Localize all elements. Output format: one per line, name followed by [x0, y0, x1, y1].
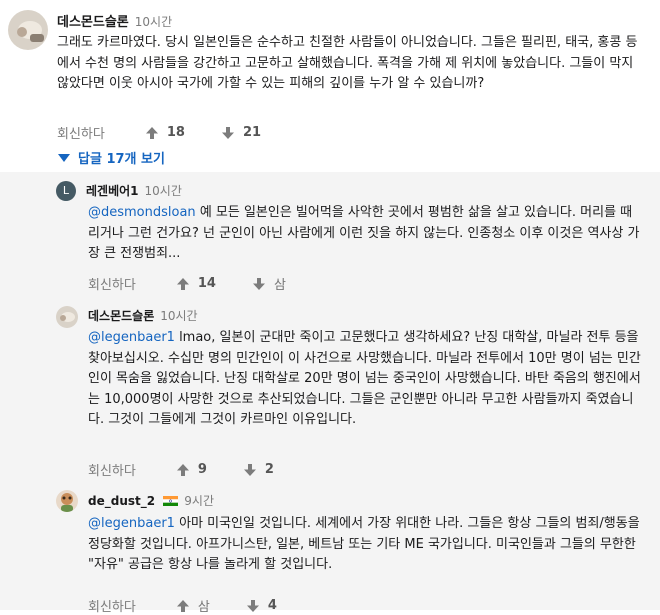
comment-text: @legenbaer1 아마 미국인일 것입니다. 세계에서 가장 위대한 나라…: [88, 514, 643, 576]
downvote-count: 4: [267, 598, 277, 613]
downvote-button[interactable]: 4: [246, 598, 277, 613]
mention-link[interactable]: @legenbaer1: [88, 330, 175, 345]
author-name[interactable]: 데스몬드슬론: [88, 309, 154, 323]
upvote-button[interactable]: 14: [176, 276, 216, 291]
upvote-count: 9: [197, 462, 207, 477]
avatar[interactable]: [56, 490, 78, 512]
comment-actions: 회신하다 9 2: [88, 460, 274, 479]
comment-text: @legenbaer1 lmao, 일본이 군대만 죽이고 고문했다고 생각하세…: [88, 328, 643, 431]
arrow-down-icon: [243, 463, 256, 476]
comment-author[interactable]: 데스몬드슬론 10시간: [57, 11, 172, 30]
mention-link[interactable]: @legenbaer1: [88, 516, 175, 531]
author-name[interactable]: de_dust_2: [88, 494, 155, 508]
comment-timestamp[interactable]: 9시간: [184, 494, 214, 508]
upvote-button[interactable]: 18: [145, 125, 185, 140]
avatar[interactable]: [56, 306, 78, 328]
arrow-down-icon: [252, 277, 265, 290]
author-name[interactable]: 레겐베어1: [86, 184, 139, 198]
upvote-label: 삼: [197, 600, 210, 615]
downvote-count: 21: [242, 125, 262, 140]
downvote-label: 삼: [273, 278, 286, 293]
avatar[interactable]: L: [56, 181, 76, 201]
comment-timestamp[interactable]: 10시간: [160, 309, 197, 323]
mention-link[interactable]: @desmondsloan: [88, 205, 196, 220]
comment-author[interactable]: 데스몬드슬론 10시간: [88, 307, 198, 324]
author-name[interactable]: 데스몬드슬론: [57, 15, 129, 30]
triangle-down-icon: [58, 153, 70, 162]
arrow-up-icon: [176, 277, 189, 290]
comment-text: @desmondsloan 예 모든 일본인은 빌어먹을 사악한 곳에서 평범한…: [88, 203, 643, 265]
reply-button[interactable]: 회신하다: [88, 460, 136, 479]
avatar-letter: L: [62, 184, 70, 197]
comment-thread: 데스몬드슬론 10시간 그래도 카르마였다. 당시 일본인들은 순수하고 친절한 …: [0, 0, 660, 615]
comment-author[interactable]: de_dust_2 9시간: [88, 492, 214, 509]
downvote-button[interactable]: 21: [221, 125, 261, 140]
comment-author[interactable]: 레겐베어1 10시간: [86, 182, 182, 199]
upvote-button[interactable]: 9: [176, 462, 207, 477]
india-flag-icon: [163, 496, 179, 506]
reply-button[interactable]: 회신하다: [57, 123, 105, 142]
top-comment: 데스몬드슬론 10시간 그래도 카르마였다. 당시 일본인들은 순수하고 친절한 …: [0, 0, 660, 175]
comment-actions: 회신하다 18 21: [57, 123, 261, 142]
replies-section: L 레겐베어1 10시간 @desmondsloan 예 모든 일본인은 빌어먹을…: [0, 172, 660, 615]
reply-button[interactable]: 회신하다: [88, 274, 136, 293]
arrow-down-icon: [221, 126, 234, 139]
comment-actions: 회신하다 14 삼: [88, 274, 286, 293]
arrow-up-icon: [176, 599, 189, 612]
downvote-button[interactable]: 삼: [252, 274, 286, 293]
comment-timestamp[interactable]: 10시간: [135, 15, 172, 29]
downvote-button[interactable]: 2: [243, 462, 274, 477]
show-replies-label: 답글 17개 보기: [78, 152, 165, 167]
downvote-count: 2: [264, 462, 274, 477]
avatar[interactable]: [8, 10, 48, 50]
upvote-count: 18: [166, 125, 185, 140]
arrow-up-icon: [176, 463, 189, 476]
comment-text: 그래도 카르마였다. 당시 일본인들은 순수하고 친절한 사람들이 아니었습니다…: [57, 35, 638, 91]
reply-button[interactable]: 회신하다: [88, 596, 136, 615]
comment-timestamp[interactable]: 10시간: [145, 184, 182, 198]
upvote-button[interactable]: 삼: [176, 596, 210, 615]
arrow-up-icon: [145, 126, 158, 139]
arrow-down-icon: [246, 599, 259, 612]
upvote-count: 14: [197, 276, 216, 291]
show-replies-button[interactable]: 답글 17개 보기: [58, 148, 165, 167]
comment-actions: 회신하다 삼 4: [88, 596, 277, 615]
